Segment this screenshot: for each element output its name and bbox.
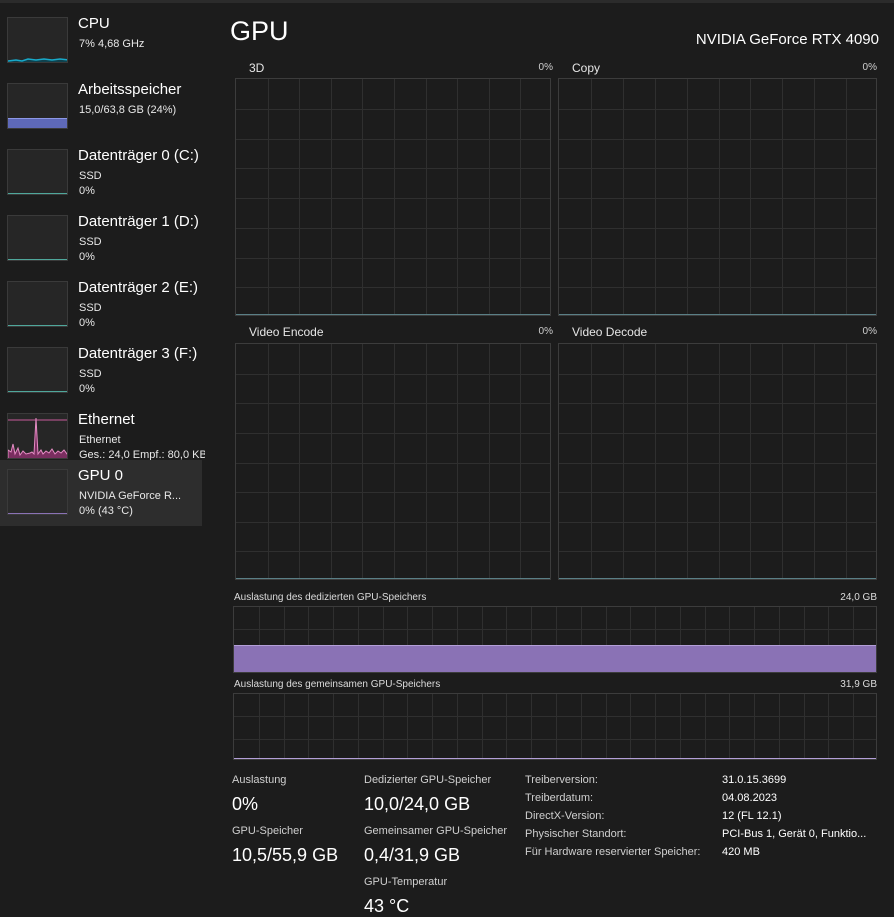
- engine-value-video-encode: 0%: [538, 326, 553, 337]
- sidebar-item-cpu[interactable]: CPU 7% 4,68 GHz: [0, 8, 202, 74]
- gpu-memory-value: 10,5/55,9 GB: [232, 845, 339, 865]
- dedicated-memory-max: 24,0 GB: [840, 592, 877, 603]
- driver-version-value: 31.0.15.3699: [722, 774, 787, 786]
- driver-version-label: Treiberversion:: [525, 774, 598, 786]
- sidebar-item-adapter: Ethernet: [79, 434, 121, 446]
- hardware-reserved-memory-label: Für Hardware reservierter Speicher:: [525, 846, 701, 858]
- disk-thumbnail-graph: [7, 347, 68, 393]
- engine-selector-copy[interactable]: Copy: [572, 61, 600, 75]
- shared-memory-fill: [234, 758, 876, 759]
- sidebar-item-label: GPU 0: [78, 467, 124, 484]
- sidebar-item-type: SSD: [79, 170, 102, 182]
- gpu-model-name: NVIDIA GeForce RTX 4090: [695, 31, 879, 48]
- sidebar-item-memory[interactable]: Arbeitsspeicher 15,0/63,8 GB (24%): [0, 74, 202, 140]
- sidebar-item-label: Datenträger 1 (D:): [78, 213, 199, 230]
- gpu-memory-label: GPU-Speicher: [232, 825, 303, 837]
- dedicated-memory-stat-label: Dedizierter GPU-Speicher: [364, 774, 492, 786]
- dedicated-memory-label: Auslastung des dedizierten GPU-Speichers: [234, 592, 427, 603]
- directx-version-label: DirectX-Version:: [525, 810, 605, 822]
- sidebar-item-detail: 15,0/63,8 GB (24%): [79, 104, 177, 116]
- sidebar-item-gpu-0[interactable]: GPU 0 NVIDIA GeForce R... 0% (43 °C): [0, 460, 202, 526]
- engine-selector-3d[interactable]: 3D: [249, 61, 264, 75]
- shared-memory-stat-label: Gemeinsamer GPU-Speicher: [364, 825, 508, 837]
- gpu-temperature-label: GPU-Temperatur: [364, 876, 448, 888]
- sidebar-item-usage: 0%: [79, 251, 95, 263]
- shared-memory-graph: [233, 693, 877, 760]
- dedicated-memory-stat-value: 10,0/24,0 GB: [364, 794, 471, 814]
- performance-sidebar: CPU 7% 4,68 GHz Arbeitsspeicher 15,0/63,…: [0, 4, 205, 917]
- sidebar-item-type: SSD: [79, 236, 102, 248]
- utilization-label: Auslastung: [232, 774, 287, 786]
- sidebar-item-usage: 0% (43 °C): [79, 505, 133, 517]
- cpu-thumbnail-graph: [7, 17, 68, 63]
- graph-video-encode: [235, 343, 551, 580]
- engine-selector-video-encode[interactable]: Video Encode: [249, 325, 324, 339]
- disk-thumbnail-graph: [7, 149, 68, 195]
- engine-value-video-decode: 0%: [862, 326, 877, 337]
- graph-copy: [558, 78, 877, 316]
- dedicated-memory-graph: [233, 606, 877, 673]
- sidebar-item-disk-2[interactable]: Datenträger 2 (E:) SSD 0%: [0, 272, 202, 338]
- physical-location-value: PCI-Bus 1, Gerät 0, Funktio...: [722, 828, 867, 840]
- driver-date-label: Treiberdatum:: [525, 792, 594, 804]
- shared-memory-stat-value: 0,4/31,9 GB: [364, 845, 461, 865]
- physical-location-label: Physischer Standort:: [525, 828, 627, 840]
- sidebar-item-model: NVIDIA GeForce R...: [79, 490, 182, 502]
- shared-memory-label: Auslastung des gemeinsamen GPU-Speichers: [234, 679, 441, 690]
- dedicated-memory-fill: [234, 644, 876, 672]
- sidebar-item-type: SSD: [79, 368, 102, 380]
- engine-value-copy: 0%: [862, 62, 877, 73]
- hardware-reserved-memory-value: 420 MB: [722, 846, 760, 858]
- sidebar-item-label: Arbeitsspeicher: [78, 81, 182, 98]
- sidebar-item-label: Ethernet: [78, 411, 135, 428]
- driver-date-value: 04.08.2023: [722, 792, 778, 804]
- utilization-value: 0%: [232, 794, 259, 814]
- sidebar-item-disk-3[interactable]: Datenträger 3 (F:) SSD 0%: [0, 338, 202, 404]
- graph-3d: [235, 78, 551, 316]
- sidebar-item-label: Datenträger 2 (E:): [78, 279, 199, 296]
- sidebar-item-usage: 0%: [79, 317, 95, 329]
- window-top-border: [0, 0, 894, 3]
- disk-thumbnail-graph: [7, 215, 68, 261]
- shared-memory-max: 31,9 GB: [840, 679, 877, 690]
- engine-value-3d: 0%: [538, 62, 553, 73]
- sidebar-item-label: Datenträger 3 (F:): [78, 345, 198, 362]
- ethernet-thumbnail-graph: [7, 413, 68, 459]
- directx-version-value: 12 (FL 12.1): [722, 810, 782, 822]
- gpu-temperature-value: 43 °C: [364, 896, 410, 916]
- sidebar-item-type: SSD: [79, 302, 102, 314]
- sidebar-item-disk-1[interactable]: Datenträger 1 (D:) SSD 0%: [0, 206, 202, 272]
- gpu-thumbnail-graph: [7, 469, 68, 515]
- sidebar-item-label: Datenträger 0 (C:): [78, 147, 199, 164]
- sidebar-item-detail: 7% 4,68 GHz: [79, 38, 145, 50]
- graph-video-decode: [558, 343, 877, 580]
- disk-thumbnail-graph: [7, 281, 68, 327]
- memory-thumbnail-graph: [7, 83, 68, 129]
- sidebar-item-usage: 0%: [79, 185, 95, 197]
- sidebar-item-disk-0[interactable]: Datenträger 0 (C:) SSD 0%: [0, 140, 202, 206]
- sidebar-item-usage: 0%: [79, 383, 95, 395]
- sidebar-item-label: CPU: [78, 15, 110, 32]
- engine-selector-video-decode[interactable]: Video Decode: [572, 325, 647, 339]
- page-title: GPU: [230, 16, 289, 46]
